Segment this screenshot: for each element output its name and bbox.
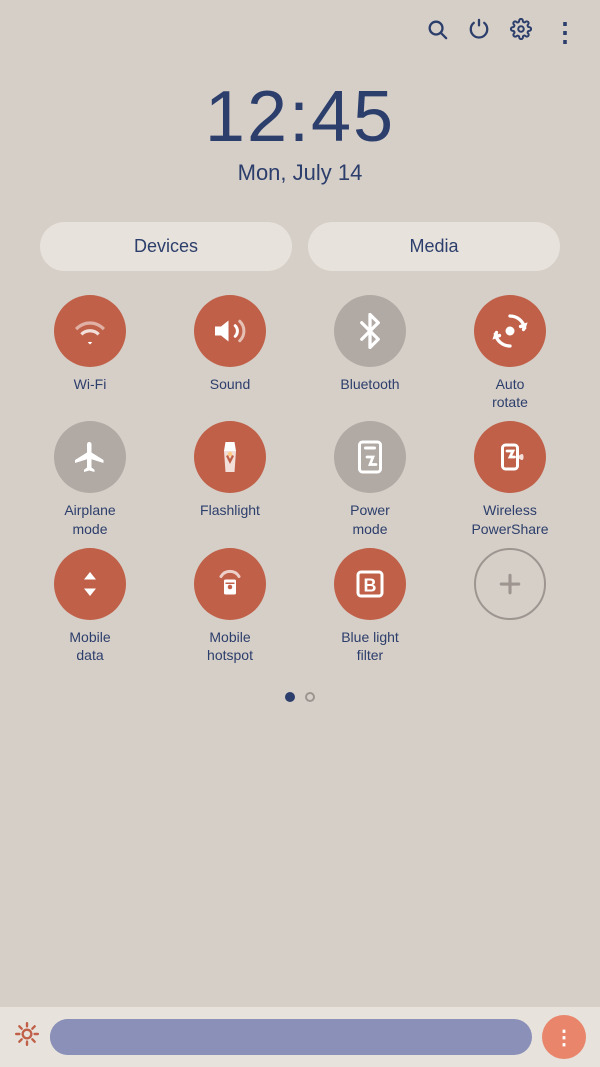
clock-date: Mon, July 14 — [238, 160, 363, 186]
settings-icon[interactable] — [510, 18, 532, 46]
power-mode-label: Power mode — [350, 501, 390, 537]
tile-bluetooth[interactable]: Bluetooth — [300, 295, 440, 411]
blue-light-filter-icon: B — [334, 548, 406, 620]
bluetooth-label: Bluetooth — [340, 375, 399, 393]
tile-add[interactable] — [440, 548, 580, 664]
search-icon[interactable] — [426, 18, 448, 46]
tile-flashlight[interactable]: Flashlight — [160, 421, 300, 537]
wifi-label: Wi-Fi — [74, 375, 107, 393]
tab-row: Devices Media — [0, 222, 600, 271]
tile-blue-light-filter[interactable]: B Blue light filter — [300, 548, 440, 664]
tile-wireless-powershare[interactable]: Wireless PowerShare — [440, 421, 580, 537]
auto-rotate-label: Auto rotate — [492, 375, 528, 411]
flashlight-label: Flashlight — [200, 501, 260, 519]
tiles-grid: Wi-Fi Sound Bluetooth — [0, 295, 600, 664]
page-dots — [0, 692, 600, 702]
tab-devices[interactable]: Devices — [40, 222, 292, 271]
tile-sound[interactable]: Sound — [160, 295, 300, 411]
top-bar: ⋮ — [0, 0, 600, 46]
power-icon[interactable] — [468, 18, 490, 46]
airplane-icon — [54, 421, 126, 493]
mobile-data-label: Mobile data — [69, 628, 110, 664]
power-mode-icon — [334, 421, 406, 493]
tile-power-mode[interactable]: Power mode — [300, 421, 440, 537]
tile-airplane-mode[interactable]: Airplane mode — [20, 421, 160, 537]
clock-section: 12:45 Mon, July 14 — [0, 76, 600, 186]
sound-icon — [194, 295, 266, 367]
brightness-fill — [50, 1019, 252, 1055]
wifi-icon — [54, 295, 126, 367]
brightness-more-button[interactable]: ⋮ — [542, 1015, 586, 1059]
brightness-bar: ⋮ — [0, 1007, 600, 1067]
brightness-track[interactable] — [50, 1019, 532, 1055]
page-dot-1 — [285, 692, 295, 702]
wireless-powershare-icon — [474, 421, 546, 493]
clock-time: 12:45 — [205, 76, 395, 158]
more-icon[interactable]: ⋮ — [552, 19, 578, 45]
brightness-sun-icon — [14, 1021, 40, 1053]
bluetooth-icon — [334, 295, 406, 367]
sound-label: Sound — [210, 375, 250, 393]
airplane-mode-label: Airplane mode — [64, 501, 115, 537]
flashlight-icon — [194, 421, 266, 493]
tile-mobile-hotspot[interactable]: Mobile hotspot — [160, 548, 300, 664]
tile-mobile-data[interactable]: Mobile data — [20, 548, 160, 664]
svg-text:B: B — [364, 575, 377, 595]
page-dot-2 — [305, 692, 315, 702]
wireless-powershare-label: Wireless PowerShare — [471, 501, 548, 537]
tile-auto-rotate[interactable]: Auto rotate — [440, 295, 580, 411]
brightness-more-icon: ⋮ — [554, 1025, 574, 1050]
mobile-hotspot-label: Mobile hotspot — [207, 628, 253, 664]
mobile-data-icon — [54, 548, 126, 620]
add-icon — [474, 548, 546, 620]
tab-media[interactable]: Media — [308, 222, 560, 271]
tile-wifi[interactable]: Wi-Fi — [20, 295, 160, 411]
mobile-hotspot-icon — [194, 548, 266, 620]
auto-rotate-icon — [474, 295, 546, 367]
blue-light-filter-label: Blue light filter — [341, 628, 399, 664]
